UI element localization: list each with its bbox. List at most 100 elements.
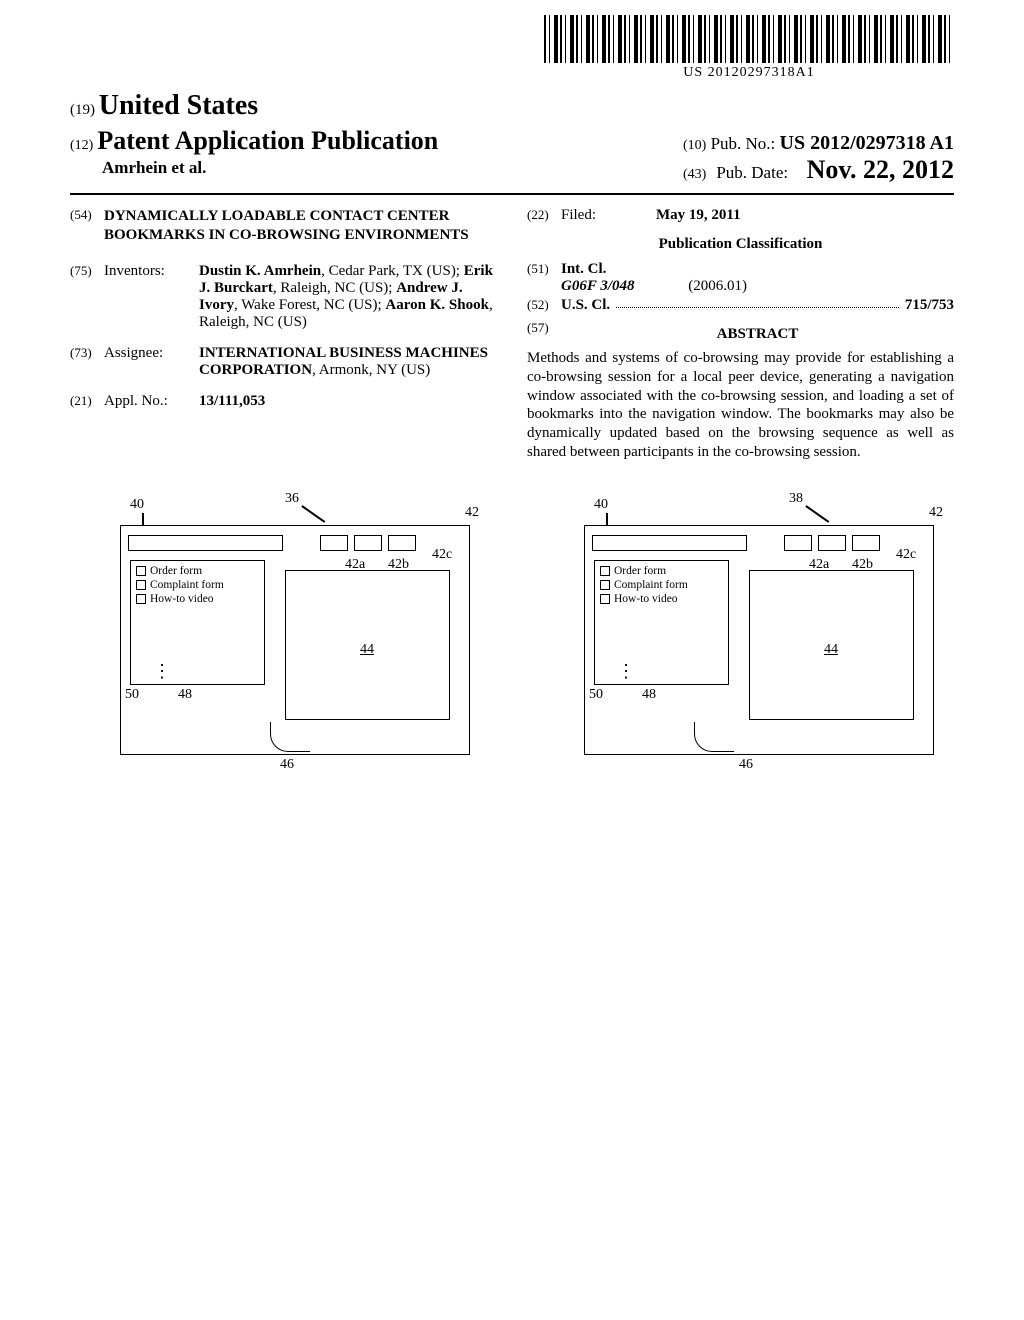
patent-page: US 20120297318A1 (19) United States (12)… (0, 0, 1024, 767)
tabs-r (784, 535, 880, 551)
inventors-row: (75) Inventors: Dustin K. Amrhein, Cedar… (70, 263, 497, 331)
intcl-date: (2006.01) (688, 278, 747, 294)
body-columns: (54) DYNAMICALLY LOADABLE CONTACT CENTER… (70, 207, 954, 462)
ref-46-l: 46 (280, 757, 294, 773)
uscl-label: U.S. Cl. (561, 297, 610, 314)
ref-44-r: 44 (824, 642, 838, 658)
barcode-caption: US 20120297318A1 (544, 65, 954, 81)
sidebar-l: Order form Complaint form How-to video ⋮ (130, 560, 265, 685)
checkbox-icon (600, 580, 610, 590)
appl-label: Appl. No.: (104, 393, 199, 410)
appl-value: 13/111,053 (199, 393, 497, 410)
ellipsis-icon: ⋮ (153, 668, 171, 674)
tab-42c-r (852, 535, 880, 551)
ref-42-l: 42 (465, 505, 479, 521)
patent-title: DYNAMICALLY LOADABLE CONTACT CENTER BOOK… (104, 207, 497, 245)
ref-40-l: 40 (130, 497, 144, 513)
tabs-l (320, 535, 416, 551)
pub-class-heading: Publication Classification (527, 236, 954, 253)
sidebar-item-l: Complaint form (136, 579, 259, 591)
publication-line: (12) Patent Application Publication Amrh… (70, 126, 954, 185)
checkbox-icon (600, 594, 610, 604)
ref-38: 38 (789, 491, 803, 507)
pub-date-code: (43) (683, 167, 706, 183)
filed-code: (22) (527, 207, 561, 223)
right-column: (22) Filed: May 19, 2011 Publication Cla… (527, 207, 954, 462)
assignee-code: (73) (70, 345, 104, 361)
intcl-code: (51) (527, 261, 561, 277)
checkbox-icon (600, 566, 610, 576)
ref-40-r: 40 (594, 497, 608, 513)
title-row: (54) DYNAMICALLY LOADABLE CONTACT CENTER… (70, 207, 497, 245)
header-block: (19) United States (12) Patent Applicati… (70, 90, 954, 195)
pub-type: Patent Application Publication (97, 126, 438, 155)
sidebar-label-1: Complaint form (150, 579, 224, 591)
pub-date-label: Pub. Date: (716, 163, 788, 183)
figure-36: 40 36 42 42a 42b 42c Order form Complain… (70, 487, 490, 767)
assignee-label: Assignee: (104, 345, 199, 362)
lead-46-l (270, 722, 310, 752)
title-code: (54) (70, 207, 104, 223)
barcode-graphic (544, 15, 954, 63)
ref-44-l: 44 (360, 642, 374, 658)
tab-42a-r (784, 535, 812, 551)
sidebar-label-0-r: Order form (614, 565, 666, 577)
sidebar-item-r: Order form (600, 565, 723, 577)
sidebar-item-l: Order form (136, 565, 259, 577)
figure-38: 40 38 42 42a 42b 42c Order form Complain… (534, 487, 954, 767)
filed-value: May 19, 2011 (656, 207, 954, 224)
sidebar-label-0: Order form (150, 565, 202, 577)
intcl-row: (51) Int. Cl. G06F 3/048 (2006.01) (527, 261, 954, 295)
uscl-row: (52) U.S. Cl. 715/753 (527, 297, 954, 314)
sidebar-label-1-r: Complaint form (614, 579, 688, 591)
inventors-code: (75) (70, 263, 104, 279)
abstract-text: Methods and systems of co-browsing may p… (527, 349, 954, 462)
ref-50-r: 50 (589, 687, 603, 703)
inventors-value: Dustin K. Amrhein, Cedar Park, TX (US); … (199, 263, 497, 331)
ref-46-r: 46 (739, 757, 753, 773)
ref-42c-l: 42c (432, 547, 452, 563)
pub-no-label: Pub. No.: (711, 134, 776, 153)
abstract-code: (57) (527, 320, 561, 336)
appl-code: (21) (70, 393, 104, 409)
uscl-code: (52) (527, 297, 561, 313)
pub-left: (12) Patent Application Publication Amrh… (70, 126, 438, 178)
uscl-value: 715/753 (905, 297, 954, 314)
intcl-label: Int. Cl. (561, 261, 606, 277)
tab-42b-l (354, 535, 382, 551)
uscl-dots (616, 299, 899, 308)
tab-42c-l (388, 535, 416, 551)
pub-no-code: (10) (683, 138, 706, 153)
lead-46-r (694, 722, 734, 752)
ref-36: 36 (285, 491, 299, 507)
assignee-row: (73) Assignee: INTERNATIONAL BUSINESS MA… (70, 345, 497, 379)
ref-42c-r: 42c (896, 547, 916, 563)
ellipsis-icon: ⋮ (617, 668, 635, 674)
inventors-label: Inventors: (104, 263, 199, 280)
country-line: (19) United States (70, 90, 954, 122)
sidebar-label-2: How-to video (150, 593, 214, 605)
pub-right: (10) Pub. No.: US 2012/0297318 A1 (43) P… (683, 132, 954, 185)
checkbox-icon (136, 594, 146, 604)
country-name: United States (99, 90, 258, 121)
checkbox-icon (136, 566, 146, 576)
pub-date-value: Nov. 22, 2012 (807, 155, 954, 185)
ref-50-l: 50 (125, 687, 139, 703)
authors-line: Amrhein et al. (102, 158, 438, 178)
url-bar-l (128, 535, 283, 551)
sidebar-item-l: How-to video (136, 593, 259, 605)
appl-no-row: (21) Appl. No.: 13/111,053 (70, 393, 497, 410)
assignee-value: INTERNATIONAL BUSINESS MACHINES CORPORAT… (199, 345, 497, 379)
header-divider (70, 193, 954, 195)
filed-row: (22) Filed: May 19, 2011 (527, 207, 954, 224)
checkbox-icon (136, 580, 146, 590)
ref-48-r: 48 (642, 687, 656, 703)
ref-48-l: 48 (178, 687, 192, 703)
left-column: (54) DYNAMICALLY LOADABLE CONTACT CENTER… (70, 207, 497, 462)
figures-block: 40 36 42 42a 42b 42c Order form Complain… (70, 487, 954, 767)
pub-type-code: (12) (70, 138, 93, 153)
pub-no-value: US 2012/0297318 A1 (780, 132, 954, 154)
country-code: (19) (70, 102, 95, 118)
sidebar-r: Order form Complaint form How-to video ⋮ (594, 560, 729, 685)
barcode-region: US 20120297318A1 (544, 15, 954, 81)
